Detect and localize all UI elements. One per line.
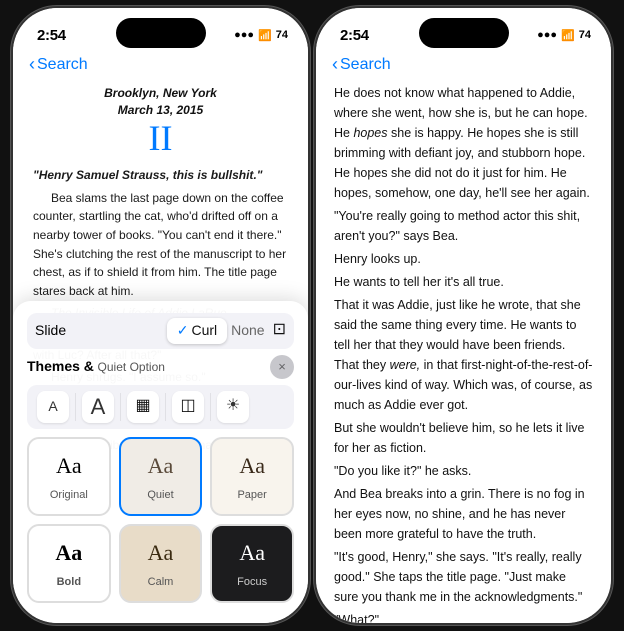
- divider: [165, 393, 166, 421]
- scroll-option-curl[interactable]: ✓Curl: [167, 318, 227, 344]
- paragraph-r: But she wouldn't believe him, so he lets…: [334, 418, 593, 458]
- paragraph-r: He wants to tell her it's all true.: [334, 272, 593, 292]
- left-phone: 2:54 ●●● 📶 74 ‹ Search Bro: [13, 8, 308, 623]
- time-right: 2:54: [340, 27, 369, 44]
- scroll-right-icon: ⊡: [273, 318, 286, 343]
- wifi-icon-right: 📶: [561, 29, 575, 42]
- signal-icon: ●●●: [234, 29, 254, 41]
- themes-panel: Slide ✓Curl None ⊡ Themes & Quiet Option: [13, 301, 308, 623]
- back-label-left: Search: [37, 56, 88, 74]
- theme-original[interactable]: Aa Original: [27, 437, 111, 516]
- status-icons-right: ●●● 📶 74: [537, 29, 591, 42]
- brightness-button[interactable]: ☀: [217, 391, 249, 423]
- themes-section-label: Themes & Quiet Option: [27, 356, 165, 378]
- close-button[interactable]: ×: [270, 355, 294, 379]
- theme-quiet[interactable]: Aa Quiet: [119, 437, 203, 516]
- theme-name-original: Original: [50, 487, 88, 504]
- divider: [75, 393, 76, 421]
- book-content-left: Brooklyn, New YorkMarch 13, 2015 II "Hen…: [13, 79, 308, 623]
- time-left: 2:54: [37, 27, 66, 44]
- paragraph: Bea slams the last page down on the coff…: [33, 189, 288, 301]
- font-increase-button[interactable]: A: [82, 391, 114, 423]
- battery-icon-right: 74: [579, 29, 591, 41]
- quiet-option-label: Quiet Option: [98, 360, 165, 374]
- theme-name-focus: Focus: [237, 574, 267, 591]
- paragraph-r: "Do you like it?" he asks.: [334, 461, 593, 481]
- scroll-option-slide[interactable]: Slide: [35, 320, 167, 342]
- chapter-number: II: [33, 119, 288, 159]
- wifi-icon: 📶: [258, 29, 272, 42]
- back-button-right[interactable]: ‹ Search: [332, 54, 595, 75]
- status-icons-left: ●●● 📶 74: [234, 29, 288, 42]
- theme-name-bold: Bold: [57, 574, 81, 591]
- theme-name-paper: Paper: [237, 487, 266, 504]
- battery-icon: 74: [276, 29, 288, 41]
- scroll-style-row: Slide ✓Curl None ⊡: [27, 313, 294, 349]
- font-controls-row: A A ▦ ◫ ☀: [27, 385, 294, 429]
- theme-focus[interactable]: Aa Focus: [210, 524, 294, 603]
- theme-calm[interactable]: Aa Calm: [119, 524, 203, 603]
- nav-bar-right: ‹ Search: [316, 52, 611, 79]
- paragraph-r: And Bea breaks into a grin. There is no …: [334, 484, 593, 544]
- paragraph-r: "It's good, Henry," she says. "It's real…: [334, 547, 593, 607]
- themes-label: Themes &: [27, 358, 94, 374]
- paragraph-r: That it was Addie, just like he wrote, t…: [334, 295, 593, 415]
- theme-paper[interactable]: Aa Paper: [210, 437, 294, 516]
- divider: [210, 393, 211, 421]
- back-label-right: Search: [340, 56, 391, 74]
- signal-icon-right: ●●●: [537, 29, 557, 41]
- font-style-button[interactable]: ▦: [127, 391, 159, 423]
- paragraph-r: "What?": [334, 610, 593, 623]
- paragraph-r: Henry looks up.: [334, 249, 593, 269]
- right-phone: 2:54 ●●● 📶 74 ‹ Search He: [316, 8, 611, 623]
- app-container: 2:54 ●●● 📶 74 ‹ Search Bro: [0, 0, 624, 631]
- scroll-option-none[interactable]: None: [231, 320, 264, 342]
- paragraph: "Henry Samuel Strauss, this is bullshit.…: [33, 166, 288, 185]
- book-content-right: He does not know what happened to Addie,…: [316, 79, 611, 623]
- back-chevron-icon-right: ‹: [332, 54, 338, 75]
- paragraph-r: "You're really going to method actor thi…: [334, 206, 593, 246]
- dynamic-island-right: [419, 18, 509, 48]
- back-chevron-icon: ‹: [29, 54, 35, 75]
- theme-grid: Aa Original Aa Quiet Aa Paper Aa: [27, 437, 294, 603]
- divider: [120, 393, 121, 421]
- themes-header: Themes & Quiet Option ×: [27, 355, 294, 379]
- dynamic-island: [116, 18, 206, 48]
- nav-bar-left: ‹ Search: [13, 52, 308, 79]
- book-text-right: He does not know what happened to Addie,…: [334, 83, 593, 623]
- theme-name-calm: Calm: [148, 574, 174, 591]
- font-layout-button[interactable]: ◫: [172, 391, 204, 423]
- font-decrease-button[interactable]: A: [37, 391, 69, 423]
- back-button-left[interactable]: ‹ Search: [29, 54, 292, 75]
- paragraph-r: He does not know what happened to Addie,…: [334, 83, 593, 203]
- book-header: Brooklyn, New YorkMarch 13, 2015 II: [33, 85, 288, 158]
- theme-bold[interactable]: Aa Bold: [27, 524, 111, 603]
- book-location: Brooklyn, New YorkMarch 13, 2015: [33, 85, 288, 119]
- theme-name-quiet: Quiet: [147, 487, 173, 504]
